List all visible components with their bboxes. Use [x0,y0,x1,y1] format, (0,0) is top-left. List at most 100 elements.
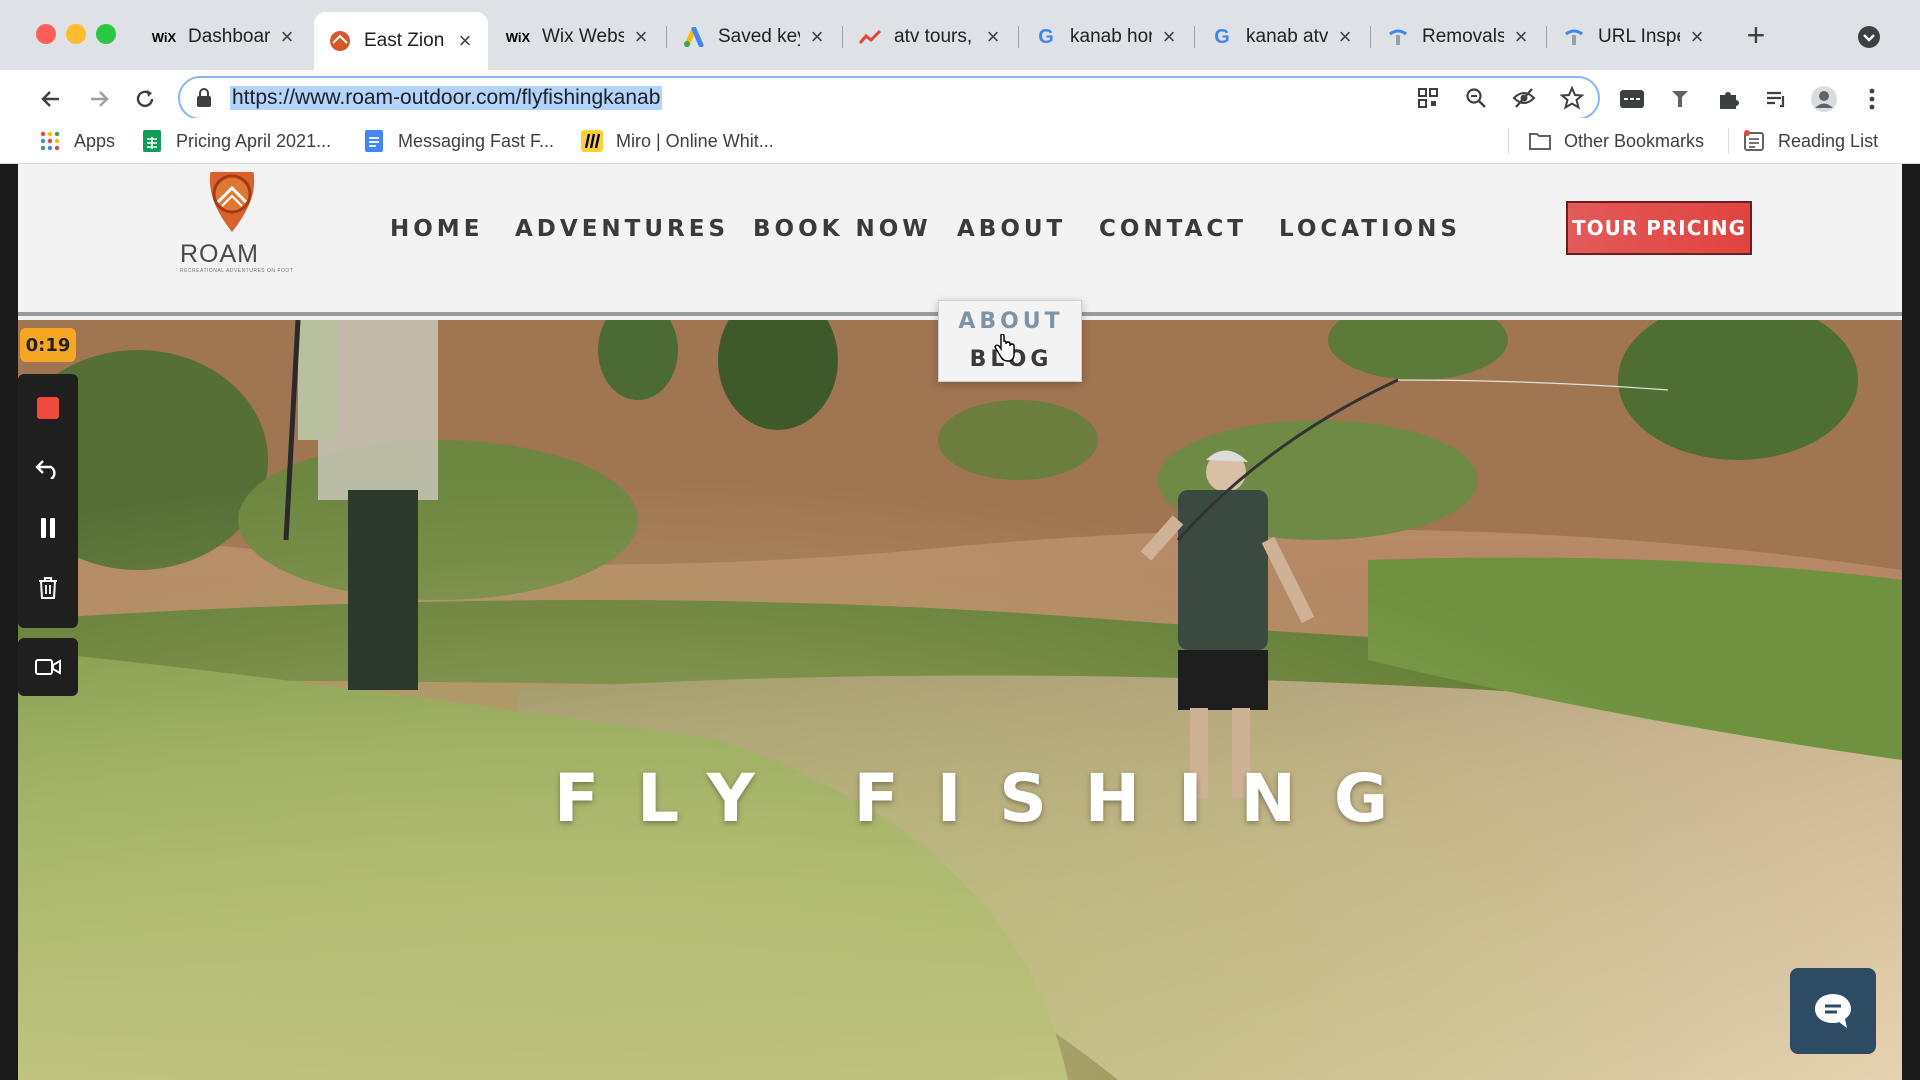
hero-banner: FLY FISHING [18,320,1902,1080]
nav-adventures[interactable]: ADVENTURES [515,216,729,242]
media-queue-icon[interactable] [1760,83,1792,115]
pause-icon[interactable] [18,500,78,556]
forward-arrow-icon[interactable] [80,80,118,118]
tab-separator [1370,26,1371,48]
stop-recording-icon[interactable] [18,380,78,436]
tab-saved-keywords[interactable]: Saved key × [668,12,840,62]
bookmark-miro[interactable]: Miro | Online Whit... [580,126,774,156]
google-ads-icon [682,25,706,49]
minimize-window-button[interactable] [66,24,86,44]
hand-pointer-cursor-icon [994,333,1016,367]
tab-atv-tours[interactable]: atv tours, × [844,12,1016,62]
bookmark-messaging[interactable]: Messaging Fast F... [362,126,554,156]
sheets-icon [140,129,164,153]
tab-label: Saved key [718,26,800,47]
tab-strip: WiX Dashboar × East Zion × WiX Wix Webs … [0,0,1920,70]
kebab-menu-icon[interactable] [1856,83,1888,115]
zoom-window-button[interactable] [96,24,116,44]
recorder-controls [18,374,78,628]
roam-icon [328,29,352,53]
extensions-puzzle-icon[interactable] [1712,83,1744,115]
tab-label: URL Inspe [1598,26,1680,47]
close-tab-icon[interactable]: × [806,24,828,49]
undo-icon[interactable] [18,440,78,496]
bookmarks-divider [1728,128,1729,154]
close-tab-icon[interactable]: × [982,24,1004,49]
tab-removals[interactable]: Removals × [1372,12,1544,62]
recording-timer: 0:19 [20,328,76,362]
close-tab-icon[interactable]: × [276,24,298,49]
tab-separator [842,26,843,48]
nav-home[interactable]: HOME [390,216,483,242]
trends-icon [858,25,882,49]
extension-tool-icon[interactable] [1664,83,1696,115]
nav-book-now[interactable]: BOOK NOW [753,216,932,242]
tab-label: Removals [1422,26,1504,47]
hero-photo [18,320,1902,1080]
close-tab-icon[interactable]: × [1510,24,1532,49]
search-console-icon [1386,25,1410,49]
web-page: ROAM RECREATIONAL ADVENTURES ON FOOT HOM… [18,164,1902,1080]
tab-wix-website[interactable]: WiX Wix Webs × [492,12,664,62]
tab-url-inspection[interactable]: URL Inspe × [1548,12,1720,62]
close-tab-icon[interactable]: × [1334,24,1356,49]
nav-about[interactable]: ABOUT [957,216,1066,242]
docs-icon [362,129,386,153]
bookmark-label: Other Bookmarks [1564,130,1705,151]
eye-slash-icon[interactable] [1508,82,1540,114]
close-tab-icon[interactable]: × [1158,24,1180,49]
bookmark-label: Messaging Fast F... [398,130,555,151]
tab-separator [666,26,667,48]
qr-code-icon[interactable] [1412,82,1444,114]
google-icon: G [1038,25,1054,48]
chat-button[interactable] [1790,968,1876,1054]
tab-east-zion[interactable]: East Zion × [314,12,488,70]
reading-list-icon [1742,129,1766,153]
trash-icon[interactable] [18,560,78,616]
new-tab-plus-icon[interactable]: + [1740,19,1772,52]
nav-contact[interactable]: CONTACT [1099,216,1247,242]
bookmark-label: Miro | Online Whit... [616,130,774,151]
camera-icon[interactable] [18,638,78,696]
close-window-button[interactable] [36,24,56,44]
tab-kanab-horse[interactable]: G kanab hor × [1020,12,1192,62]
extension-dark-icon[interactable] [1616,83,1648,115]
address-bar[interactable]: https://www.roam-outdoor.com/flyfishingk… [178,76,1600,120]
bookmark-apps[interactable]: Apps [38,126,115,156]
dropdown-item-about[interactable]: ABOUT [939,309,1083,334]
search-console-icon [1562,25,1586,49]
profile-avatar-icon[interactable] [1808,83,1840,115]
close-tab-icon[interactable]: × [630,24,652,49]
tab-label: kanab hor [1070,26,1152,47]
tab-dashboard[interactable]: WiX Dashboar × [138,12,310,62]
url-text[interactable]: https://www.roam-outdoor.com/flyfishingk… [230,86,663,110]
tab-label: Wix Webs [542,26,624,47]
tab-separator [1546,26,1547,48]
tab-search-icon[interactable] [1858,26,1880,48]
back-arrow-icon[interactable] [32,80,70,118]
zoom-magnifier-icon[interactable] [1460,82,1492,114]
site-header: ROAM RECREATIONAL ADVENTURES ON FOOT HOM… [18,164,1902,316]
close-tab-icon[interactable]: × [1686,24,1708,49]
wix-icon: WiX [151,29,177,45]
wix-icon: WiX [505,29,531,45]
nav-locations[interactable]: LOCATIONS [1279,216,1461,242]
folder-icon [1528,129,1552,153]
chat-bubble-icon [1815,994,1851,1028]
reload-icon[interactable] [126,80,164,118]
tab-kanab-atv[interactable]: G kanab atv × [1196,12,1368,62]
tab-label: kanab atv [1246,26,1328,47]
bookmark-pricing[interactable]: Pricing April 2021... [140,126,331,156]
tour-pricing-button[interactable]: TOUR PRICING [1566,201,1752,255]
bookmark-other[interactable]: Other Bookmarks [1528,126,1704,156]
reading-list[interactable]: Reading List [1742,126,1878,156]
tab-label: East Zion [364,30,445,51]
lock-icon[interactable] [196,88,212,113]
bookmark-star-icon[interactable] [1556,82,1588,114]
tab-label: Dashboar [188,26,270,47]
logo-wordmark: ROAM [180,240,259,268]
close-tab-icon[interactable]: × [454,28,476,53]
tab-label: atv tours, [894,26,973,47]
logo-tagline: RECREATIONAL ADVENTURES ON FOOT [180,268,294,274]
apps-grid-icon [38,129,62,153]
